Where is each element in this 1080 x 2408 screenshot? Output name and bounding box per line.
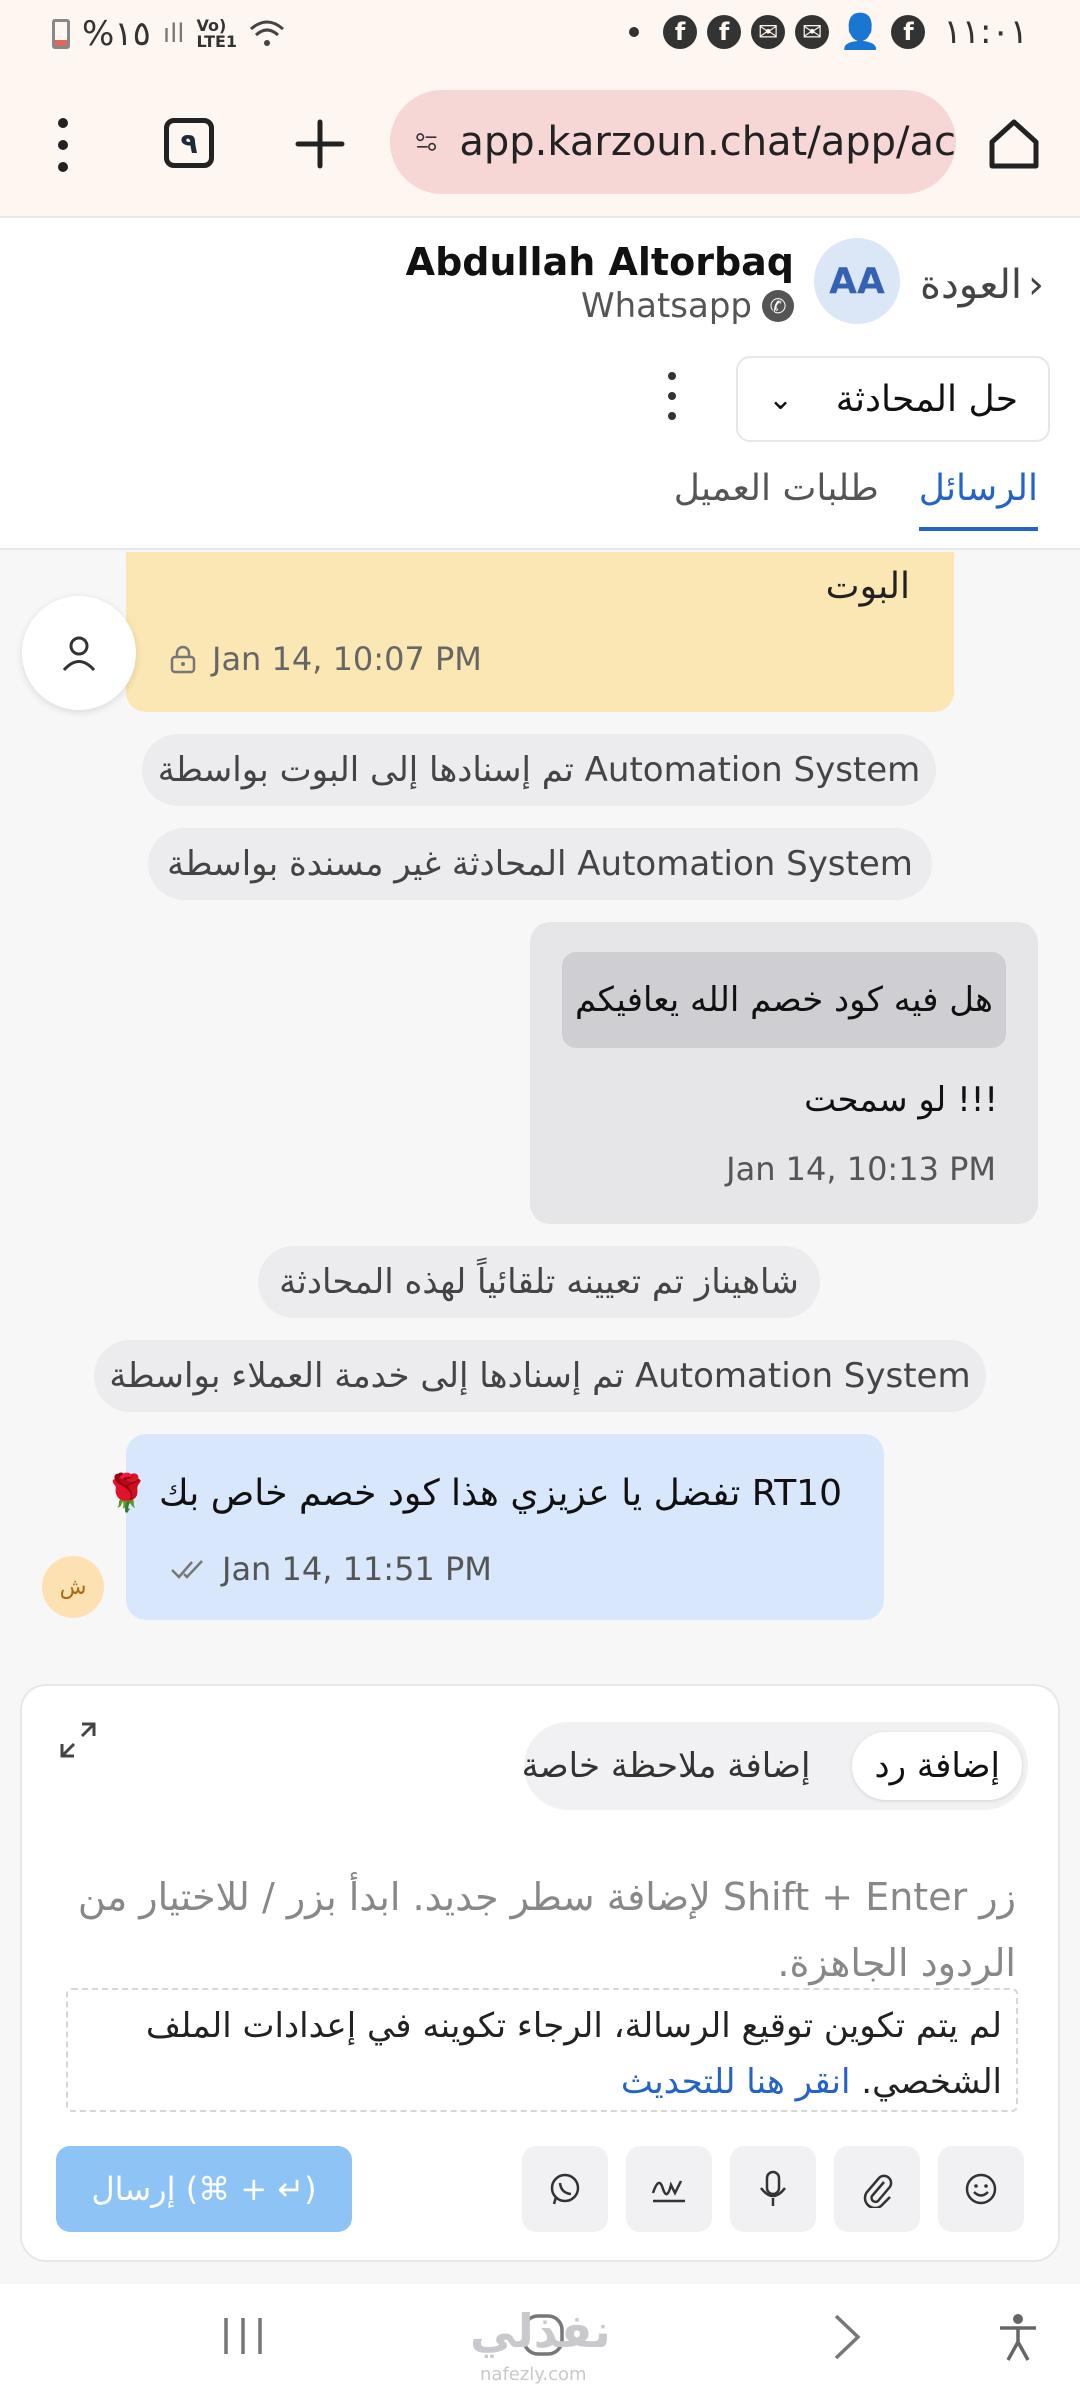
android-nav-bar: نفذلي nafezly.com [0,2284,1080,2408]
signature-icon [651,2180,685,2203]
whatsapp-icon: ✆ [762,290,794,322]
status-right: f f ✉ ✉ 👤 f ١١:٠١ [629,12,1028,52]
outgoing-message-content: 🌹 RT10 تفضل يا عزيزي هذا كود خصم خاص بك [104,1472,842,1515]
outgoing-message-bubble: 🌹 RT10 تفضل يا عزيزي هذا كود خصم خاص بك … [104,1434,884,1620]
facebook-icon: f [891,15,926,49]
incoming-message-text: لو سمحت !!! [804,1080,998,1120]
outgoing-message-text: RT10 تفضل يا عزيزي هذا كود خصم خاص بك [158,1472,842,1514]
composer-mode-switch: إضافة ملاحظة خاصة إضافة رد [522,1722,1028,1810]
back-label: العودة [920,262,1023,308]
recent-apps-icon[interactable] [218,2314,268,2358]
address-bar[interactable]: app.karzoun.chat/app/ac [390,90,956,194]
chevron-right-icon: › [1028,262,1045,308]
bot-message-text: البوت [825,566,910,607]
chevron-down-icon: ⌄ [768,381,794,417]
system-message: تم إسنادها إلى خدمة العملاء بواسطة Autom… [94,1340,986,1412]
channel-name: Whatsapp [580,286,752,326]
whatsapp-icon [550,2173,580,2205]
browser-menu-icon[interactable] [50,118,76,172]
outgoing-message-meta: Jan 14, 11:51 PM [170,1550,492,1588]
bot-message-meta: Jan 14, 10:07 PM [168,640,482,678]
tab-messages[interactable]: الرسائل [918,468,1038,531]
reply-mode-button[interactable]: إضافة رد [852,1732,1022,1800]
messenger-icon: ✉ [751,15,786,49]
message-input[interactable]: زر Shift + Enter لإضافة سطر جديد. ابدأ ب… [56,1864,1016,1996]
back-button[interactable]: العودة › [920,262,1044,308]
rose-emoji: 🌹 [104,1473,149,1514]
accessibility-icon[interactable] [996,2312,1040,2362]
incoming-message-time: Jan 14, 10:13 PM [726,1150,996,1188]
double-check-icon [171,1560,203,1579]
site-settings-icon[interactable] [416,124,437,160]
message-composer: إضافة ملاحظة خاصة إضافة رد زر Shift + En… [20,1684,1060,2262]
microphone-icon [760,2170,786,2206]
system-message: شاهيناز تم تعيينه تلقائياً لهذه المحادثة [258,1246,820,1318]
agent-avatar: ش [42,1556,104,1618]
bot-message-bubble: البوت Jan 14, 10:07 PM [126,552,954,712]
watermark-logo: نفذلي [470,2304,611,2358]
conversation-header: العودة › AA Abdullah Altorbaq Whatsapp ✆… [0,218,1080,550]
signature-button[interactable] [626,2146,712,2232]
system-message: المحادثة غير مسندة بواسطة Automation Sys… [148,828,932,900]
emoji-button[interactable] [938,2146,1024,2232]
network-text: Vo) LTE1 [196,16,238,51]
notification-dot-icon [629,27,640,37]
channel-label: Whatsapp ✆ [581,286,794,326]
url-text: app.karzoun.chat/app/ac [459,119,956,165]
bot-avatar [22,596,136,710]
quoted-message: هل فيه كود خصم الله يعافيكم [562,952,1006,1048]
send-button[interactable]: إرسال (⌘ + ↵) [56,2146,352,2232]
battery-icon [52,19,70,49]
tab-bar: طلبات العميل الرسائل [674,468,1080,531]
signature-notice: لم يتم تكوين توقيع الرسالة، الرجاء تكوين… [66,1988,1018,2112]
back-nav-icon[interactable] [830,2312,864,2362]
contact-avatar[interactable]: AA [814,238,900,324]
status-bar: %١٥ ıll Vo) LTE1 f f ✉ ✉ 👤 f ١١:٠١ [0,0,1080,68]
user-plus-icon: 👤 [839,12,882,52]
outgoing-message-time: Jan 14, 11:51 PM [222,1550,492,1588]
system-message: تم إسنادها إلى البوت بواسطة Automation S… [142,734,936,806]
facebook-icon: f [707,15,742,49]
status-left: %١٥ ıll Vo) LTE1 [52,14,285,54]
bot-message-time: Jan 14, 10:07 PM [212,640,482,678]
browser-toolbar: ٩ app.karzoun.chat/app/ac [0,68,1080,218]
contact-name: Abdullah Altorbaq [405,240,794,284]
lock-icon [170,645,196,674]
battery-text: %١٥ [82,14,151,54]
whatsapp-template-button[interactable] [522,2146,608,2232]
emoji-icon [965,2173,997,2205]
facebook-icon: f [663,15,698,49]
tab-customer-requests[interactable]: طلبات العميل [674,468,879,531]
attach-file-button[interactable] [834,2146,920,2232]
voice-record-button[interactable] [730,2146,816,2232]
signature-note-text: لم يتم تكوين توقيع الرسالة، الرجاء تكوين… [145,2006,1002,2102]
expand-icon[interactable] [58,1720,98,1760]
paperclip-icon [863,2174,893,2208]
tab-switcher-button[interactable]: ٩ [164,118,214,168]
incoming-message-bubble: هل فيه كود خصم الله يعافيكم لو سمحت !!! … [530,922,1038,1224]
clock-text: ١١:٠١ [943,12,1028,52]
resolve-dropdown[interactable]: ⌄ حل المحادثة [736,356,1050,442]
messenger-icon: ✉ [795,15,830,49]
private-note-mode-button[interactable]: إضافة ملاحظة خاصة [500,1732,833,1800]
more-options-icon[interactable] [660,366,684,426]
watermark-url: nafezly.com [480,2364,587,2385]
home-icon[interactable] [984,114,1044,174]
signal-icon: ıll [162,19,185,49]
wifi-icon [249,20,284,46]
update-signature-link[interactable]: انقر هنا للتحديث [621,2062,851,2102]
resolve-label: حل المحادثة [835,378,1018,420]
user-icon [62,636,96,672]
new-tab-icon[interactable] [290,114,350,174]
